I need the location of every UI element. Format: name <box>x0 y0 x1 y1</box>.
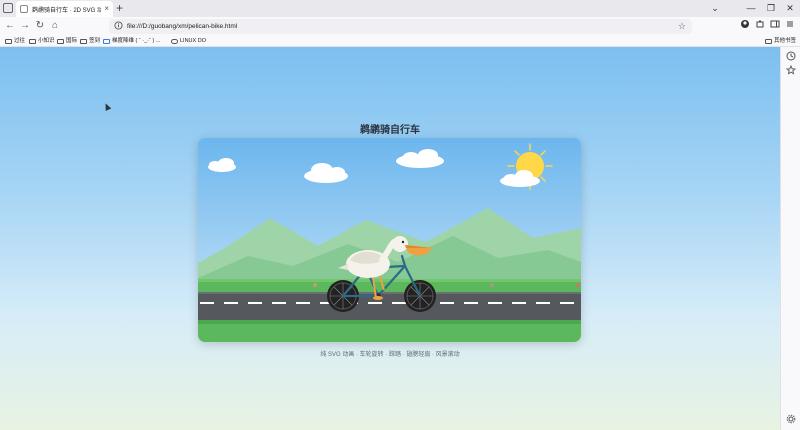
tab-title: 鹈鹕骑自行车 · 2D SVG 动画 <box>32 7 102 14</box>
forward-button[interactable]: → <box>18 19 32 33</box>
tab-bar: 鹈鹕骑自行车 · 2D SVG 动画 × + ⌄ — ❐ ✕ <box>0 0 800 17</box>
animation-scene <box>198 138 581 342</box>
bookmark-label: 小知识 <box>38 38 55 44</box>
pelican-head <box>392 236 408 252</box>
mouse-cursor <box>102 102 112 111</box>
bookmark-folder-2[interactable]: 国际 <box>57 36 77 47</box>
bookmark-folder-1[interactable]: 小知识 <box>29 36 55 47</box>
back-button[interactable]: ← <box>3 19 17 33</box>
sidebar-toggle-icon[interactable] <box>768 19 782 33</box>
url-bar[interactable]: file:///D:/guobang/xm/pelican-bike.html … <box>109 19 692 34</box>
page-caption: 纯 SVG 动画 · 车轮旋转 · 踩踏 · 翅膀轻扇 · 风景滚动 <box>320 352 460 358</box>
bookmark-folder-0[interactable]: 过往 <box>5 36 25 47</box>
bookmark-link-5[interactable]: LINUX DO <box>171 36 206 47</box>
url-text[interactable]: file:///D:/guobang/xm/pelican-bike.html <box>127 19 237 34</box>
bookmark-label: 过往 <box>14 38 26 44</box>
scene-svg <box>198 138 581 342</box>
bookmark-label: 国际 <box>66 38 78 44</box>
list-all-tabs-icon[interactable]: ⌄ <box>704 0 726 17</box>
home-button[interactable]: ⌂ <box>48 19 62 33</box>
page-title: 鹈鹕骑自行车 <box>360 125 420 136</box>
menu-icon[interactable] <box>783 19 797 33</box>
bookmarks-bar: 过往 小知识 国际 签到 梯度降维 ( ˘ ·_·˘ ) ... LINUX D… <box>0 36 800 47</box>
bookmark-star-icon[interactable]: ☆ <box>678 19 686 34</box>
site-icon <box>171 39 178 44</box>
browser-sidebar <box>780 47 800 430</box>
navigation-bar: ← → ↻ ⌂ file:///D:/guobang/xm/pelican-bi… <box>0 17 800 36</box>
tab-list-icon[interactable] <box>3 3 13 13</box>
bookmark-label: 签到 <box>89 38 101 44</box>
bookmark-link-4[interactable]: 梯度降维 ( ˘ ·_·˘ ) ... <box>103 36 160 47</box>
pebble <box>313 283 317 287</box>
bookmarks-star-icon[interactable] <box>785 64 797 77</box>
pelican-eye <box>401 240 405 244</box>
tab-active[interactable]: 鹈鹕骑自行车 · 2D SVG 动画 × <box>16 1 113 17</box>
account-icon[interactable] <box>738 19 752 33</box>
bookmark-label: 其他书签 <box>773 38 796 44</box>
page-info-icon[interactable] <box>114 21 124 31</box>
page-favicon-icon <box>20 5 28 13</box>
folder-icon <box>57 39 64 44</box>
bookmark-folder-3[interactable]: 签到 <box>80 36 100 47</box>
minimize-button[interactable]: — <box>740 0 762 17</box>
history-icon[interactable] <box>785 51 797 63</box>
bookmark-label: LINUX DO <box>180 38 206 44</box>
new-tab-button[interactable]: + <box>116 0 123 17</box>
pelican-foot <box>373 296 383 300</box>
other-bookmarks[interactable]: 其他书签 <box>764 36 796 47</box>
folder-icon <box>80 39 87 44</box>
extensions-icon[interactable] <box>753 19 767 33</box>
folder-icon <box>29 39 36 44</box>
reload-button[interactable]: ↻ <box>33 19 47 33</box>
page-content: 鹈鹕骑自行车 纯 SVG 动画 · 车轮旋转 · 踩踏 · 翅膀轻扇 · 风景滚… <box>0 47 780 430</box>
settings-icon[interactable] <box>785 414 797 426</box>
folder-icon <box>764 39 772 44</box>
pebble <box>576 283 580 287</box>
folder-icon <box>5 39 12 44</box>
pebble <box>490 283 494 287</box>
tab-close-icon[interactable]: × <box>104 5 109 13</box>
site-icon <box>103 39 110 44</box>
road <box>198 292 581 320</box>
bookmark-label: 梯度降维 ( ˘ ·_·˘ ) ... <box>112 38 161 44</box>
close-window-button[interactable]: ✕ <box>779 0 800 17</box>
